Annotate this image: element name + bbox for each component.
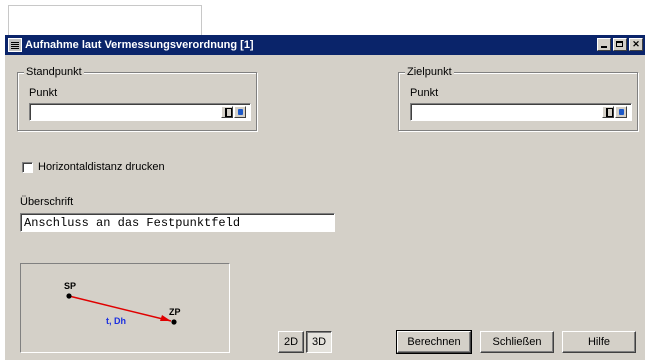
- horizontal-distance-label[interactable]: Horizontaldistanz drucken: [38, 161, 165, 173]
- start-point-marker: [66, 293, 72, 299]
- measurement-diagram: SP ZP t, Dh: [20, 263, 230, 353]
- window-title: Aufnahme laut Vermessungsverordnung [1]: [25, 39, 254, 51]
- zielpunkt-point-field[interactable]: [410, 103, 632, 121]
- top-strip: [8, 5, 202, 36]
- zielpunkt-group: Zielpunkt Punkt: [398, 66, 638, 131]
- help-button[interactable]: Hilfe: [562, 331, 636, 353]
- app-document-icon: [8, 38, 22, 52]
- heading-field[interactable]: [20, 213, 335, 232]
- standpunkt-select-point-icon[interactable]: [221, 106, 233, 118]
- start-point-label: SP: [64, 281, 76, 291]
- end-point-marker: [171, 319, 177, 325]
- standpunkt-group-label: Standpunkt: [24, 66, 84, 78]
- zielpunkt-point-label: Punkt: [410, 87, 439, 99]
- maximize-button[interactable]: [613, 38, 627, 51]
- horizontal-distance-checkbox[interactable]: [22, 162, 33, 173]
- line-label: t, Dh: [106, 316, 126, 326]
- standpunkt-group: Standpunkt Punkt: [17, 66, 257, 131]
- window-controls: ✕: [597, 38, 643, 51]
- standpunkt-point-field[interactable]: [29, 103, 251, 121]
- close-dialog-button[interactable]: Schließen: [480, 331, 554, 353]
- standpunkt-point-input[interactable]: [30, 104, 250, 120]
- zielpunkt-group-label: Zielpunkt: [405, 66, 454, 78]
- title-bar: Aufnahme laut Vermessungsverordnung [1] …: [5, 35, 645, 55]
- zielpunkt-select-point-icon[interactable]: [602, 106, 614, 118]
- end-point-label: ZP: [169, 307, 181, 317]
- dialog-window: Aufnahme laut Vermessungsverordnung [1] …: [5, 35, 645, 360]
- view-2d-button[interactable]: 2D: [278, 331, 304, 353]
- zielpunkt-point-input[interactable]: [411, 104, 631, 120]
- heading-input[interactable]: [21, 214, 334, 231]
- close-button[interactable]: ✕: [629, 38, 643, 51]
- zielpunkt-pick-point-icon[interactable]: [615, 106, 627, 118]
- heading-label: Überschrift: [20, 196, 74, 208]
- minimize-button[interactable]: [597, 38, 611, 51]
- diagram-svg: SP ZP t, Dh: [64, 281, 181, 326]
- calculate-button[interactable]: Berechnen: [396, 330, 472, 354]
- standpunkt-point-label: Punkt: [29, 87, 58, 99]
- standpunkt-pick-point-icon[interactable]: [234, 106, 246, 118]
- view-3d-button[interactable]: 3D: [306, 331, 332, 353]
